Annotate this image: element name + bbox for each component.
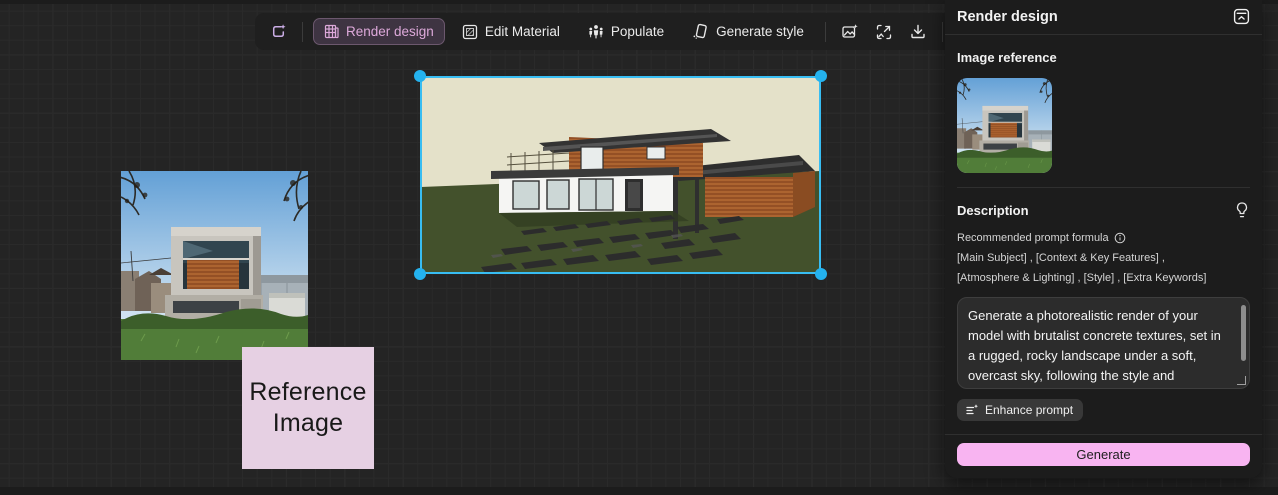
generate-button[interactable]: Generate <box>957 443 1250 466</box>
toolbar-divider <box>941 21 943 42</box>
material-swatch-icon <box>462 24 478 40</box>
generate-style-label: Generate style <box>716 24 804 39</box>
selection-handle-bottom-left[interactable] <box>414 268 426 280</box>
description-label: Description <box>957 202 1029 218</box>
image-expand-icon[interactable] <box>870 18 898 46</box>
panel-footer: Generate <box>945 434 1262 478</box>
info-icon[interactable] <box>1114 232 1126 244</box>
prompt-resize-handle[interactable] <box>1237 376 1246 385</box>
reference-image-label-text: Reference Image <box>249 378 367 437</box>
model-viewport[interactable] <box>421 77 820 273</box>
edit-material-label: Edit Material <box>484 24 560 39</box>
populate-label: Populate <box>610 24 665 39</box>
edit-material-button[interactable]: Edit Material <box>451 18 571 46</box>
download-icon[interactable] <box>904 18 932 46</box>
panel-body: Image reference Description Recommended … <box>945 35 1262 434</box>
generate-style-button[interactable]: Generate style <box>681 17 815 46</box>
section-divider <box>957 187 1250 188</box>
prompt-scrollbar[interactable] <box>1241 305 1246 361</box>
description-header: Description <box>957 201 1250 219</box>
populate-button[interactable]: Populate <box>577 18 675 46</box>
image-reference-thumbnail[interactable] <box>957 78 1052 173</box>
render-design-button[interactable]: Render design <box>313 18 445 45</box>
style-card-icon <box>692 23 709 40</box>
image-reference-thumbnail-image <box>957 78 1052 173</box>
prompt-input[interactable]: Generate a photorealistic render of your… <box>957 297 1250 389</box>
toolbar-divider <box>302 21 303 42</box>
toolbar: Render design Edit Material Populate Gen… <box>255 13 975 50</box>
collapse-panel-icon[interactable] <box>1233 8 1250 25</box>
lightbulb-icon[interactable] <box>1234 201 1250 219</box>
footer-divider <box>945 434 1262 435</box>
formula-heading: Recommended prompt formula <box>957 232 1109 244</box>
reference-photo-image <box>121 171 308 360</box>
panel-header: Render design <box>945 0 1262 35</box>
selection-handle-top-right[interactable] <box>815 70 827 82</box>
image-reference-label: Image reference <box>957 50 1057 65</box>
selection-handle-top-left[interactable] <box>414 70 426 82</box>
enhance-prompt-label: Enhance prompt <box>985 403 1074 417</box>
image-enhance-icon[interactable] <box>836 18 864 46</box>
render-design-label: Render design <box>346 24 434 39</box>
reference-image-label-box[interactable]: Reference Image <box>242 347 374 469</box>
selection-handle-bottom-right[interactable] <box>815 268 827 280</box>
reference-photo[interactable] <box>121 171 308 360</box>
prompt-field-wrap: Generate a photorealistic render of your… <box>957 297 1250 389</box>
formula-line-1: [Main Subject] , [Context & Key Features… <box>957 252 1165 264</box>
people-icon <box>588 24 604 40</box>
render-design-panel: Render design Image reference Descriptio… <box>945 0 1262 478</box>
panel-title: Render design <box>957 8 1058 25</box>
toolbar-divider <box>824 21 826 42</box>
enhance-sparkle-icon <box>965 403 979 417</box>
enhance-prompt-button[interactable]: Enhance prompt <box>957 399 1084 421</box>
prompt-formula: Recommended prompt formula [Main Subject… <box>957 228 1250 288</box>
building-grid-icon <box>324 24 339 39</box>
model-selection[interactable] <box>414 70 827 280</box>
frame-sparkle-icon[interactable] <box>264 18 292 46</box>
formula-line-2: [Atmosphere & Lighting] , [Style] , [Ext… <box>957 272 1207 284</box>
canvas-bottom-edge <box>0 487 1278 495</box>
